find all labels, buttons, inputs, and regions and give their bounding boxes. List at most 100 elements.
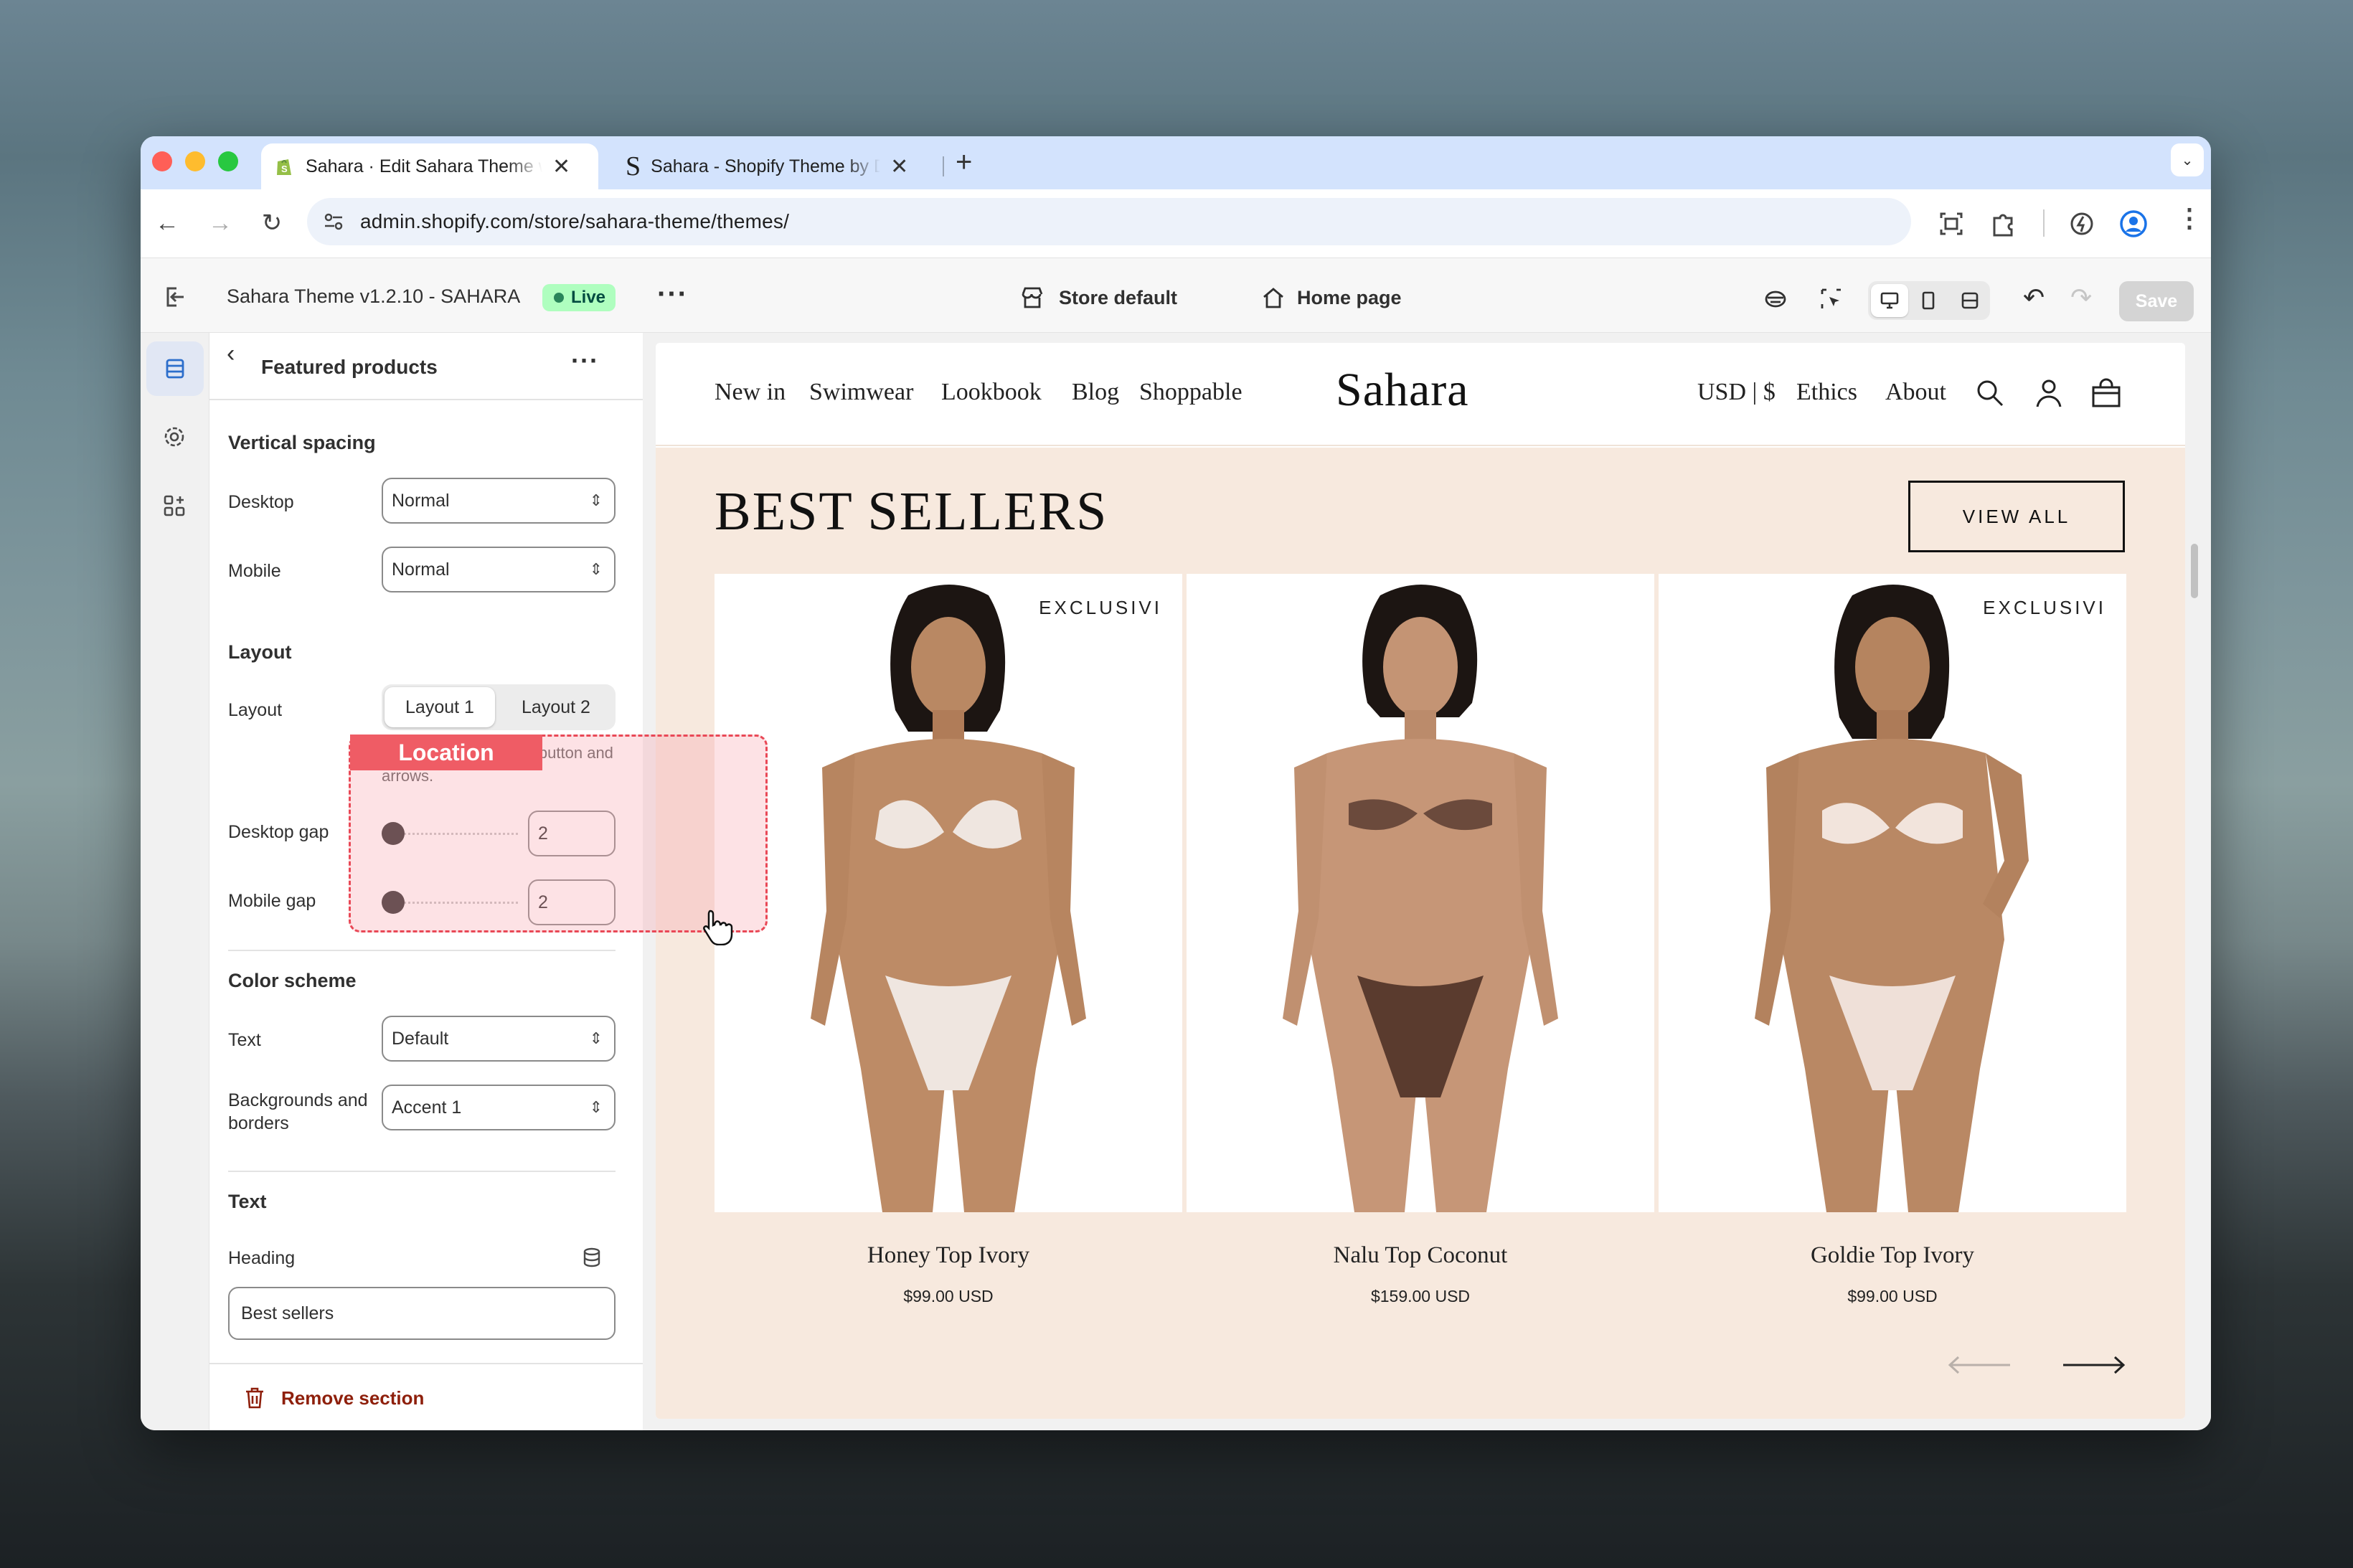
- carousel-next-arrow-icon[interactable]: [2062, 1354, 2126, 1376]
- mobile-view-icon[interactable]: [1918, 291, 1938, 311]
- inspector-icon[interactable]: [1819, 287, 1844, 311]
- settings-gear-icon[interactable]: [162, 425, 187, 449]
- product-name[interactable]: Honey Top Ivory: [715, 1242, 1182, 1269]
- tab-search-chevron-icon[interactable]: ⌄: [2171, 143, 2204, 176]
- tab-title: Sahara · Edit Sahara Theme with Shopify: [306, 156, 542, 176]
- browser-menu-icon[interactable]: ⋮: [2177, 205, 2202, 231]
- store-context-selector[interactable]: Store default: [1059, 287, 1177, 309]
- back-chevron-icon[interactable]: ‹: [227, 340, 235, 368]
- layout-2-option[interactable]: Layout 2: [501, 687, 611, 727]
- nav-ethics[interactable]: Ethics: [1796, 379, 1857, 406]
- new-tab-icon[interactable]: +: [956, 146, 972, 179]
- featured-products-section: BEST SELLERS VIEW ALL EXCLUSIVI EXCLUSIV…: [656, 448, 2185, 1419]
- tab-strip: S Sahara · Edit Sahara Theme with Shopif…: [141, 136, 2211, 189]
- theme-store-icon[interactable]: [1763, 287, 1788, 311]
- nav-shoppable[interactable]: Shoppable: [1139, 379, 1242, 406]
- text-color-select[interactable]: Default ⇕: [382, 1016, 616, 1062]
- tab-close-icon[interactable]: ✕: [890, 154, 908, 179]
- section-divider: [228, 950, 616, 951]
- extensions-icon[interactable]: [1990, 211, 2016, 237]
- profile-icon[interactable]: [2119, 209, 2148, 238]
- tab-close-icon[interactable]: ✕: [552, 154, 570, 179]
- maximize-window-button[interactable]: [218, 151, 238, 171]
- shopify-icon: S: [277, 159, 291, 175]
- text-color-label: Text: [228, 1030, 261, 1050]
- text-color-value: Default: [392, 1029, 449, 1049]
- mobile-spacing-label: Mobile: [228, 561, 281, 581]
- redo-icon[interactable]: ↷: [2070, 283, 2092, 313]
- location-label: Location: [350, 735, 542, 770]
- product-price: $159.00 USD: [1370, 1287, 1471, 1305]
- store-logo[interactable]: Sahara: [1336, 363, 1469, 417]
- save-button[interactable]: Save: [2119, 281, 2194, 321]
- minimize-window-button[interactable]: [185, 151, 205, 171]
- cart-bag-icon[interactable]: [2090, 377, 2122, 409]
- section-more-icon[interactable]: ···: [571, 346, 599, 376]
- tab-title: Sahara - Shopify Theme by Deux Agency: [651, 156, 881, 176]
- search-icon[interactable]: [1974, 377, 2006, 409]
- view-all-button[interactable]: VIEW ALL: [1908, 481, 2125, 552]
- product-card[interactable]: [1187, 574, 1654, 1212]
- performance-icon[interactable]: [2069, 211, 2095, 237]
- storefront-canvas: New in Swimwear Lookbook Blog Shoppable …: [656, 343, 2185, 1419]
- fullscreen-view-icon[interactable]: [1960, 291, 1980, 311]
- reload-icon[interactable]: ↻: [255, 207, 288, 240]
- dynamic-source-icon[interactable]: [581, 1247, 603, 1268]
- theme-preview: New in Swimwear Lookbook Blog Shoppable …: [643, 333, 2211, 1430]
- product-image: [811, 585, 1086, 1212]
- product-image: [1283, 585, 1558, 1212]
- page-selector[interactable]: Home page: [1297, 287, 1402, 309]
- layout-segmented-control: Layout 1 Layout 2: [382, 684, 616, 730]
- product-card[interactable]: EXCLUSIVI: [1659, 574, 2126, 1212]
- home-icon: [1263, 288, 1283, 308]
- remove-section-button[interactable]: Remove section: [281, 1387, 424, 1409]
- nav-lookbook[interactable]: Lookbook: [941, 379, 1042, 406]
- account-icon[interactable]: [2033, 377, 2065, 409]
- screenshot-icon[interactable]: [1938, 211, 1964, 237]
- preview-scrollbar-thumb[interactable]: [2191, 544, 2198, 598]
- site-settings-icon[interactable]: [323, 211, 344, 232]
- apps-icon[interactable]: [162, 493, 187, 518]
- nav-blog[interactable]: Blog: [1072, 379, 1119, 406]
- sections-icon: [166, 359, 184, 379]
- mobile-spacing-select[interactable]: Normal ⇕: [382, 547, 616, 592]
- select-chevron-icon: ⇕: [589, 1029, 603, 1047]
- tab-shopify-editor[interactable]: S Sahara · Edit Sahara Theme with Shopif…: [261, 143, 598, 189]
- product-name[interactable]: Goldie Top Ivory: [1659, 1242, 2126, 1269]
- sahara-favicon-icon: S: [626, 151, 641, 181]
- heading-field-label: Heading: [228, 1248, 296, 1268]
- vertical-spacing-heading: Vertical spacing: [228, 432, 376, 453]
- nav-swimwear[interactable]: Swimwear: [809, 379, 913, 406]
- more-actions-icon[interactable]: ···: [657, 278, 688, 311]
- product-name[interactable]: Nalu Top Coconut: [1187, 1242, 1654, 1269]
- panel-header-divider: [209, 399, 643, 400]
- desktop-spacing-value: Normal: [392, 491, 450, 511]
- desktop-view-button[interactable]: [1871, 284, 1908, 317]
- currency-selector[interactable]: USD | $: [1697, 379, 1776, 406]
- tab-sahara-theme[interactable]: S Sahara - Shopify Theme by Deux Agency …: [613, 143, 928, 189]
- background-color-select[interactable]: Accent 1 ⇕: [382, 1085, 616, 1130]
- nav-about[interactable]: About: [1885, 379, 1946, 406]
- product-card[interactable]: EXCLUSIVI: [715, 574, 1182, 1212]
- back-icon[interactable]: ←: [151, 207, 184, 240]
- address-bar[interactable]: admin.shopify.com/store/sahara-theme/the…: [307, 198, 1911, 245]
- select-chevron-icon: ⇕: [589, 1098, 603, 1116]
- url-text: admin.shopify.com/store/sahara-theme/the…: [360, 210, 790, 232]
- forward-icon[interactable]: →: [204, 207, 237, 240]
- undo-icon[interactable]: ↶: [2023, 283, 2045, 313]
- desktop-spacing-select[interactable]: Normal ⇕: [382, 478, 616, 524]
- sections-tab[interactable]: [146, 341, 204, 396]
- desktop-spacing-label: Desktop: [228, 492, 294, 512]
- close-window-button[interactable]: [152, 151, 172, 171]
- layout-heading: Layout: [228, 641, 292, 663]
- trash-icon: [246, 1387, 263, 1409]
- heading-text-input[interactable]: Best sellers: [228, 1287, 616, 1340]
- exit-icon[interactable]: [162, 284, 188, 310]
- mobile-gap-label: Mobile gap: [228, 891, 316, 911]
- nav-new-in[interactable]: New in: [715, 379, 786, 406]
- carousel-prev-arrow-icon[interactable]: [1947, 1354, 2012, 1376]
- layout-1-option[interactable]: Layout 1: [385, 687, 495, 727]
- exclusive-badge: EXCLUSIVI: [1983, 597, 2106, 618]
- product-image: [1755, 585, 2029, 1212]
- select-chevron-icon: ⇕: [589, 560, 603, 578]
